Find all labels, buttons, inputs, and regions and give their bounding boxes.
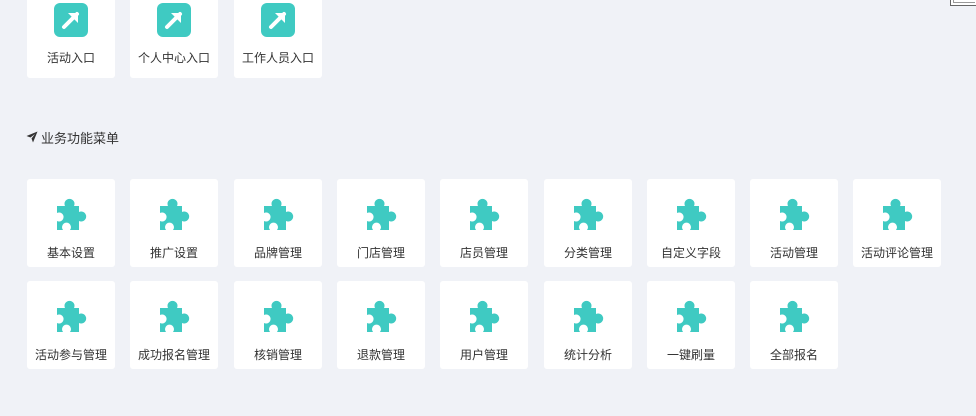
menu-tile[interactable]: 推广设置 — [130, 179, 218, 267]
menu-tile[interactable]: 门店管理 — [337, 179, 425, 267]
menu-tile[interactable]: 分类管理 — [544, 179, 632, 267]
menu-tile[interactable]: 活动管理 — [750, 179, 838, 267]
external-link-icon — [54, 3, 88, 37]
menu-tile[interactable]: 核销管理 — [234, 281, 322, 369]
menu-tile-label: 基本设置 — [46, 246, 95, 260]
entry-tile-staff[interactable]: 工作人员入口 — [234, 0, 322, 78]
puzzle-icon — [57, 300, 87, 332]
menu-tile-label: 用户管理 — [459, 348, 508, 362]
puzzle-icon — [470, 198, 500, 230]
puzzle-icon — [574, 300, 604, 332]
menu-tile-label: 分类管理 — [563, 246, 612, 260]
business-menu-title: 业务功能菜单 — [41, 131, 120, 147]
menu-tile-label: 品牌管理 — [253, 246, 302, 260]
menu-tile-label: 活动评论管理 — [860, 246, 933, 260]
menu-tile[interactable]: 基本设置 — [27, 179, 115, 267]
entry-tile-label: 个人中心入口 — [137, 51, 210, 65]
menu-tile-label: 店员管理 — [459, 246, 508, 260]
entry-tile-personal-center[interactable]: 个人中心入口 — [130, 0, 218, 78]
menu-tile[interactable]: 统计分析 — [544, 281, 632, 369]
menu-tile-label: 核销管理 — [253, 348, 302, 362]
business-menu-heading: 业务功能菜单 — [26, 128, 120, 147]
puzzle-icon — [160, 300, 190, 332]
menu-tile-label: 一键刷量 — [666, 348, 715, 362]
menu-tile[interactable]: 用户管理 — [440, 281, 528, 369]
menu-tile[interactable]: 自定义字段 — [647, 179, 735, 267]
menu-tile-label: 统计分析 — [563, 348, 612, 362]
external-link-icon — [157, 3, 191, 37]
puzzle-icon — [367, 198, 397, 230]
puzzle-icon — [160, 198, 190, 230]
puzzle-icon — [780, 300, 810, 332]
menu-tile-label: 门店管理 — [356, 246, 405, 260]
menu-tile-label: 活动参与管理 — [34, 348, 107, 362]
entry-tile-label: 活动入口 — [46, 51, 95, 65]
puzzle-icon — [677, 300, 707, 332]
puzzle-icon — [264, 198, 294, 230]
menu-tile[interactable]: 成功报名管理 — [130, 281, 218, 369]
menu-tile-label: 退款管理 — [356, 348, 405, 362]
menu-tile[interactable]: 店员管理 — [440, 179, 528, 267]
menu-tile-label: 自定义字段 — [660, 246, 721, 260]
window-corner-control — [950, 0, 976, 6]
puzzle-icon — [574, 198, 604, 230]
airplane-icon — [26, 131, 38, 143]
menu-tile-label: 全部报名 — [769, 348, 818, 362]
menu-tile[interactable]: 一键刷量 — [647, 281, 735, 369]
external-link-icon — [261, 3, 295, 37]
entry-tile-activity[interactable]: 活动入口 — [27, 0, 115, 78]
puzzle-icon — [367, 300, 397, 332]
puzzle-icon — [883, 198, 913, 230]
menu-tile[interactable]: 品牌管理 — [234, 179, 322, 267]
puzzle-icon — [677, 198, 707, 230]
menu-tile-label: 活动管理 — [769, 246, 818, 260]
menu-tile[interactable]: 活动参与管理 — [27, 281, 115, 369]
puzzle-icon — [264, 300, 294, 332]
menu-tile-label: 推广设置 — [149, 246, 198, 260]
puzzle-icon — [780, 198, 810, 230]
menu-tile[interactable]: 全部报名 — [750, 281, 838, 369]
menu-tile-label: 成功报名管理 — [137, 348, 210, 362]
puzzle-icon — [57, 198, 87, 230]
entry-tile-label: 工作人员入口 — [241, 51, 314, 65]
menu-tile[interactable]: 退款管理 — [337, 281, 425, 369]
puzzle-icon — [470, 300, 500, 332]
menu-tile[interactable]: 活动评论管理 — [853, 179, 941, 267]
